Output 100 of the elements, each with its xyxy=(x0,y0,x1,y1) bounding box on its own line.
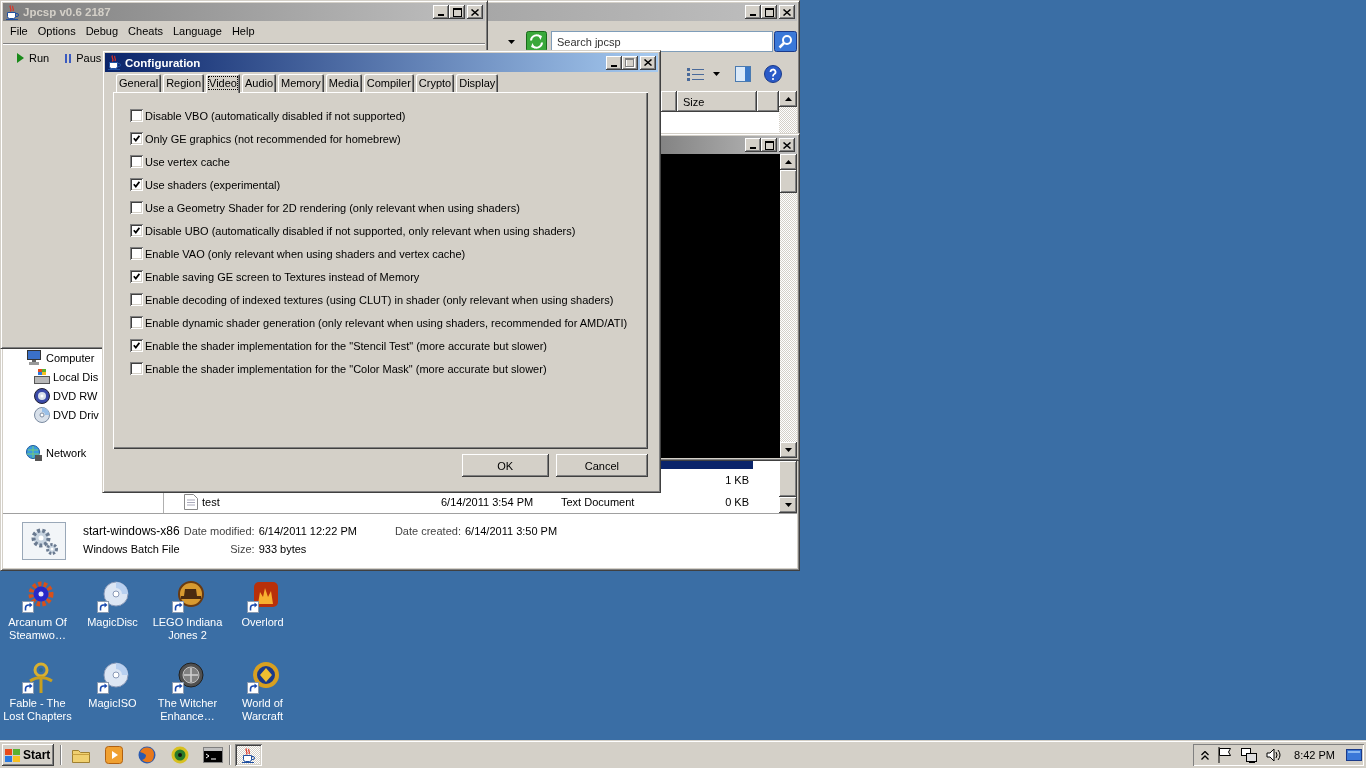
checkbox[interactable] xyxy=(130,270,143,283)
desktop-icon-label[interactable]: Arcanum Of Steamwo… xyxy=(0,616,75,642)
scroll-down-button[interactable] xyxy=(779,497,797,513)
column-header[interactable] xyxy=(661,91,677,112)
checkbox[interactable] xyxy=(130,316,143,329)
preview-pane-button[interactable] xyxy=(733,64,753,84)
tab[interactable]: Video xyxy=(206,74,240,93)
medallion-icon[interactable] xyxy=(171,662,204,694)
option-label: Disable VBO (automatically disabled if not supported) xyxy=(145,109,406,122)
menu-item[interactable]: File xyxy=(5,22,33,40)
disc-icon[interactable] xyxy=(96,581,129,613)
start-button[interactable]: Start xyxy=(2,744,55,766)
tab[interactable]: Region xyxy=(163,74,204,92)
menu-item[interactable]: Help xyxy=(226,22,260,40)
checkbox[interactable] xyxy=(130,224,143,237)
gear-icon[interactable] xyxy=(21,581,54,613)
menu-item[interactable]: Language xyxy=(167,22,227,40)
desktop-icon-label[interactable]: World of Warcraft xyxy=(225,697,300,723)
nav-item[interactable]: DVD RW xyxy=(34,386,99,405)
help-button[interactable] xyxy=(762,63,784,85)
close-button[interactable] xyxy=(779,5,795,19)
checkbox[interactable] xyxy=(130,109,143,122)
show-desktop-button[interactable] xyxy=(1346,749,1362,761)
tab[interactable]: Audio xyxy=(241,74,277,92)
dialog-button[interactable]: OK xyxy=(461,454,549,477)
option-label: Enable dynamic shader generation (only relevant when using shaders, recommended for AMD/ATI) xyxy=(145,316,628,329)
checkbox[interactable] xyxy=(130,362,143,375)
column-header[interactable] xyxy=(757,91,779,112)
tray-button[interactable] xyxy=(1218,747,1233,763)
search-field[interactable]: Search jpcsp xyxy=(551,31,773,52)
tray-button[interactable] xyxy=(1266,747,1283,763)
maximize-button[interactable] xyxy=(761,5,777,19)
maximize-button[interactable] xyxy=(449,5,465,19)
search-button[interactable] xyxy=(774,31,797,52)
dialog-button[interactable]: Cancel xyxy=(555,454,648,477)
toolbar-button[interactable]: Run xyxy=(15,47,52,69)
tab[interactable]: General xyxy=(116,74,162,92)
check-icon xyxy=(133,342,140,349)
views-button[interactable] xyxy=(685,65,706,83)
ring-icon[interactable] xyxy=(246,662,279,694)
checkbox[interactable] xyxy=(130,155,143,168)
checkbox[interactable] xyxy=(130,339,143,352)
desktop-icon-label[interactable]: MagicDisc xyxy=(87,616,138,629)
desktop-icon-label[interactable]: Overlord xyxy=(241,616,284,629)
refresh-button[interactable] xyxy=(526,31,547,52)
scroll-down-button[interactable] xyxy=(780,442,797,458)
views-menu-button[interactable] xyxy=(711,70,722,78)
option-label: Enable the shader implementation for the "Color Mask" (more accurate but slower) xyxy=(145,362,547,375)
tray-button[interactable] xyxy=(1241,747,1258,763)
minimize-button[interactable] xyxy=(745,5,761,19)
option-label: Use a Geometry Shader for 2D rendering (only relevant when using shaders) xyxy=(145,201,520,214)
list-view-icon xyxy=(687,67,704,81)
scroll-up-button[interactable] xyxy=(779,91,797,107)
menu-item[interactable]: Options xyxy=(32,22,81,40)
desktop-icon-label[interactable]: LEGO Indiana Jones 2 xyxy=(150,616,225,642)
minimize-button[interactable] xyxy=(433,5,449,19)
disc-icon[interactable] xyxy=(96,662,129,694)
desktop-icon-label[interactable]: Fable - The Lost Chapters xyxy=(0,697,75,723)
desktop-icon-label[interactable]: MagicISO xyxy=(88,697,137,710)
nav-item[interactable]: Local Dis xyxy=(34,367,100,386)
tab[interactable]: Display xyxy=(456,74,499,92)
tab[interactable]: Compiler xyxy=(363,74,414,92)
column-header[interactable]: Size xyxy=(677,91,757,112)
checkbox[interactable] xyxy=(130,201,143,214)
terminal-icon xyxy=(203,747,224,763)
minimize-button[interactable] xyxy=(606,55,622,70)
flame-icon[interactable] xyxy=(246,581,279,613)
scroll-thumb[interactable] xyxy=(779,461,797,497)
scroll-up-button[interactable] xyxy=(780,154,797,170)
down-arrow-icon xyxy=(784,503,792,507)
document-icon xyxy=(184,494,198,510)
desktop-icon-label[interactable]: The Witcher Enhance… xyxy=(150,697,225,723)
toolbar-button[interactable]: Paus xyxy=(63,47,104,69)
option-label: Enable saving GE screen to Textures instead of Memory xyxy=(145,270,420,283)
menu-item[interactable]: Cheats xyxy=(123,22,168,40)
tab[interactable]: Media xyxy=(325,74,362,92)
checkbox[interactable] xyxy=(130,178,143,191)
maximize-button[interactable] xyxy=(761,138,777,152)
checkbox[interactable] xyxy=(130,247,143,260)
minimize-button[interactable] xyxy=(745,138,761,152)
nav-item[interactable]: Computer xyxy=(26,348,96,367)
close-button[interactable] xyxy=(467,5,483,19)
tray-button[interactable] xyxy=(1201,750,1210,760)
pause-icon xyxy=(65,53,72,63)
tab[interactable]: Memory xyxy=(278,74,324,92)
nav-item[interactable]: DVD Driv xyxy=(34,405,100,424)
quick-launch-button[interactable] xyxy=(201,744,226,766)
nav-item[interactable]: Network xyxy=(26,443,88,462)
menu-item[interactable]: Debug xyxy=(80,22,124,40)
close-button[interactable] xyxy=(640,55,656,70)
emblem-icon[interactable] xyxy=(21,662,54,694)
checkbox[interactable] xyxy=(130,132,143,145)
tab[interactable]: Crypto xyxy=(415,74,455,92)
option-label: Use vertex cache xyxy=(145,155,230,168)
checkbox[interactable] xyxy=(130,293,143,306)
taskbar-button[interactable] xyxy=(235,744,263,766)
option-label: Use shaders (experimental) xyxy=(145,178,281,191)
hat-icon[interactable] xyxy=(171,581,204,613)
close-button[interactable] xyxy=(779,138,795,152)
scroll-thumb[interactable] xyxy=(780,170,797,193)
